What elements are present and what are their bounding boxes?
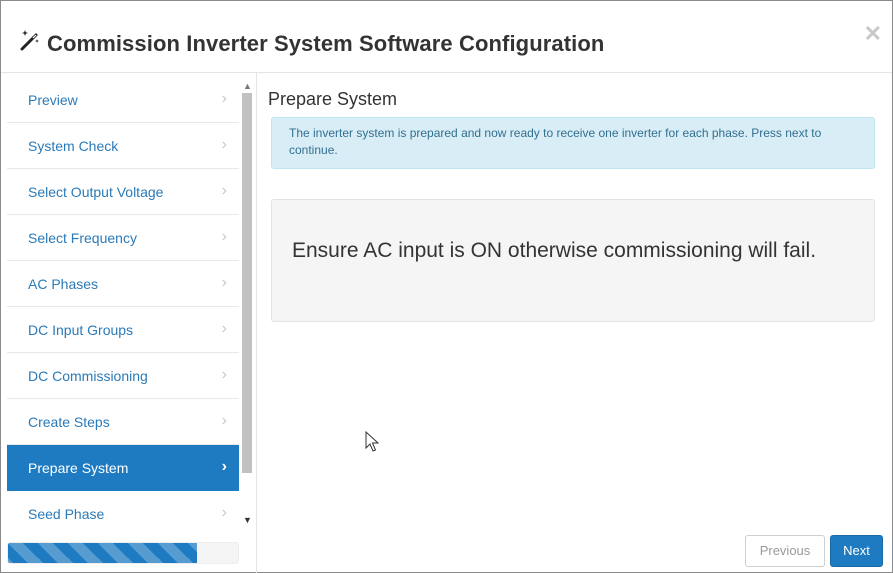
- sidebar-item-ac-phases[interactable]: AC Phases ›: [7, 261, 239, 307]
- sidebar-item-label: DC Input Groups: [28, 322, 134, 338]
- dialog-title: Commission Inverter System Software Conf…: [47, 31, 605, 56]
- sidebar-item-prepare-system[interactable]: Prepare System ›: [7, 445, 239, 491]
- chevron-right-icon: ›: [221, 366, 227, 383]
- scroll-down-arrow-icon[interactable]: ▼: [243, 515, 252, 525]
- commission-dialog: Commission Inverter System Software Conf…: [0, 0, 893, 573]
- warning-panel: Ensure AC input is ON otherwise commissi…: [271, 199, 875, 322]
- chevron-right-icon: ›: [221, 228, 227, 245]
- mouse-cursor-icon: [365, 431, 379, 452]
- wizard-step-list: Preview › System Check › Select Output V…: [1, 77, 239, 532]
- sidebar-item-create-steps[interactable]: Create Steps ›: [7, 399, 239, 445]
- dialog-header: Commission Inverter System Software Conf…: [1, 1, 892, 73]
- sidebar-item-label: DC Commissioning: [28, 368, 148, 384]
- chevron-right-icon: ›: [221, 320, 227, 337]
- sidebar-item-dc-commissioning[interactable]: DC Commissioning ›: [7, 353, 239, 399]
- sidebar-item-preview[interactable]: Preview ›: [7, 77, 239, 123]
- sidebar-item-system-check[interactable]: System Check ›: [7, 123, 239, 169]
- chevron-right-icon: ›: [221, 504, 227, 521]
- sidebar-item-select-frequency[interactable]: Select Frequency ›: [7, 215, 239, 261]
- sidebar-item-label: AC Phases: [28, 276, 99, 292]
- magic-wand-icon: [20, 30, 39, 51]
- sidebar-item-dc-input-groups[interactable]: DC Input Groups ›: [7, 307, 239, 353]
- chevron-right-icon: ›: [221, 182, 227, 199]
- chevron-right-icon: ›: [221, 136, 227, 153]
- sidebar-item-seed-phase[interactable]: Seed Phase ›: [7, 491, 239, 532]
- sidebar-item-label: Select Frequency: [28, 230, 137, 246]
- chevron-right-icon: ›: [221, 90, 227, 107]
- chevron-right-icon: ›: [221, 274, 227, 291]
- chevron-right-icon: ›: [221, 458, 227, 475]
- previous-button[interactable]: Previous: [745, 535, 825, 567]
- scroll-up-arrow-icon[interactable]: ▲: [243, 81, 252, 91]
- sidebar-item-label: System Check: [28, 138, 119, 154]
- sidebar-item-label: Select Output Voltage: [28, 184, 164, 200]
- next-button[interactable]: Next: [830, 535, 883, 567]
- chevron-right-icon: ›: [221, 412, 227, 429]
- sidebar-item-label: Seed Phase: [28, 506, 105, 522]
- close-icon[interactable]: ✕: [864, 23, 882, 45]
- scroll-thumb[interactable]: [242, 93, 252, 473]
- step-title: Prepare System: [268, 89, 398, 109]
- sidebar-item-label: Create Steps: [28, 414, 110, 430]
- sidebar-item-label: Prepare System: [28, 460, 129, 476]
- info-alert: The inverter system is prepared and now …: [271, 117, 875, 169]
- step-content: Prepare System The inverter system is pr…: [257, 73, 892, 573]
- progress-bar-fill: [8, 543, 197, 563]
- commissioning-progress-bar: [7, 542, 239, 564]
- sidebar-item-label: Preview: [28, 92, 78, 108]
- sidebar-scrollbar[interactable]: ▲ ▼: [240, 81, 254, 531]
- sidebar-item-select-output-voltage[interactable]: Select Output Voltage ›: [7, 169, 239, 215]
